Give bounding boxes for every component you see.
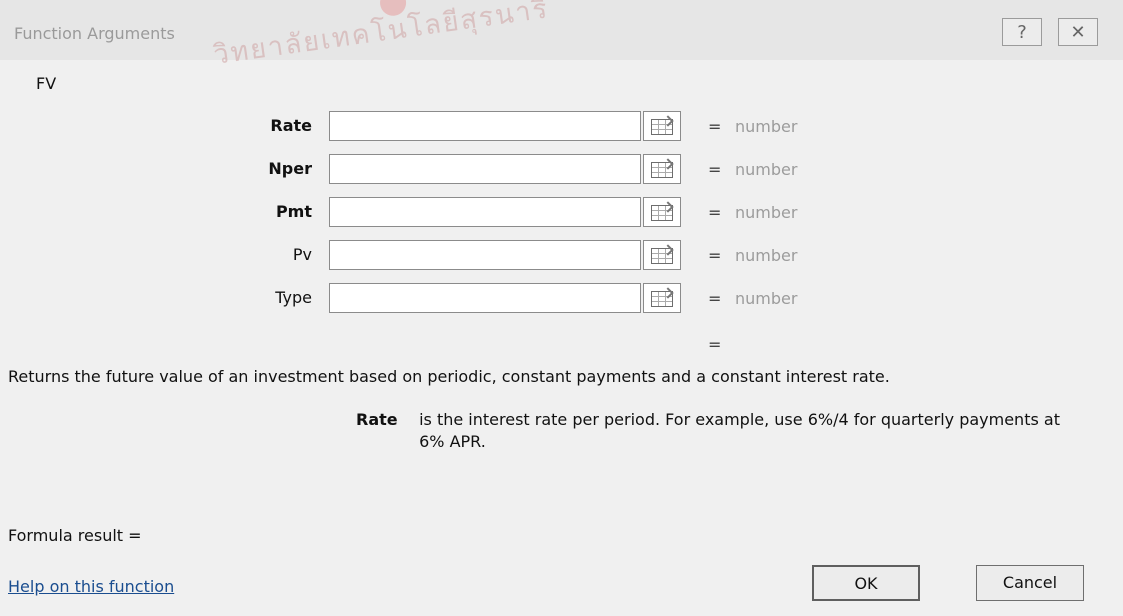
close-icon[interactable]: ✕ bbox=[1058, 18, 1098, 46]
pmt-label: Pmt bbox=[275, 202, 312, 221]
argument-help-label: Rate bbox=[356, 410, 398, 429]
window-title: Function Arguments bbox=[14, 24, 175, 43]
equals-sign: = bbox=[708, 289, 722, 308]
argument-result: number bbox=[735, 117, 798, 136]
nper-label: Nper bbox=[268, 159, 312, 178]
function-name: FV bbox=[36, 74, 57, 93]
help-on-function-link[interactable]: Help on this function bbox=[8, 577, 174, 596]
range-selector-icon[interactable] bbox=[643, 197, 681, 227]
argument-result: number bbox=[735, 289, 798, 308]
pmt-input[interactable] bbox=[329, 197, 641, 227]
watermark-text: วิทยาลัยเทคโนโลยีสุรนารี bbox=[211, 0, 634, 83]
nper-input[interactable] bbox=[329, 154, 641, 184]
equals-sign: = bbox=[708, 246, 722, 265]
range-selector-icon[interactable] bbox=[643, 111, 681, 141]
type-label: Type bbox=[275, 288, 312, 307]
range-selector-icon[interactable] bbox=[643, 283, 681, 313]
argument-help: Rate is the interest rate per period. Fo… bbox=[356, 409, 1076, 453]
pv-input[interactable] bbox=[329, 240, 641, 270]
range-selector-icon[interactable] bbox=[643, 240, 681, 270]
equals-sign: = bbox=[708, 203, 722, 222]
formula-result: Formula result = bbox=[8, 526, 142, 545]
argument-result: number bbox=[735, 160, 798, 179]
argument-help-text: is the interest rate per period. For exa… bbox=[419, 410, 1060, 451]
cancel-button[interactable]: Cancel bbox=[976, 565, 1084, 601]
argument-result: number bbox=[735, 246, 798, 265]
ok-button[interactable]: OK bbox=[812, 565, 920, 601]
help-question-icon[interactable]: ? bbox=[1002, 18, 1042, 46]
equals-sign: = bbox=[708, 117, 722, 136]
pv-label: Pv bbox=[292, 245, 312, 264]
title-bar: Function Arguments วิทยาลัยเทคโนโลยีสุรน… bbox=[0, 0, 1123, 71]
rate-label: Rate bbox=[270, 116, 312, 135]
range-selector-icon[interactable] bbox=[643, 154, 681, 184]
rate-input[interactable] bbox=[329, 111, 641, 141]
argument-result: number bbox=[735, 203, 798, 222]
type-input[interactable] bbox=[329, 283, 641, 313]
function-description: Returns the future value of an investmen… bbox=[8, 367, 890, 386]
final-equals: = bbox=[708, 335, 722, 354]
equals-sign: = bbox=[708, 160, 722, 179]
